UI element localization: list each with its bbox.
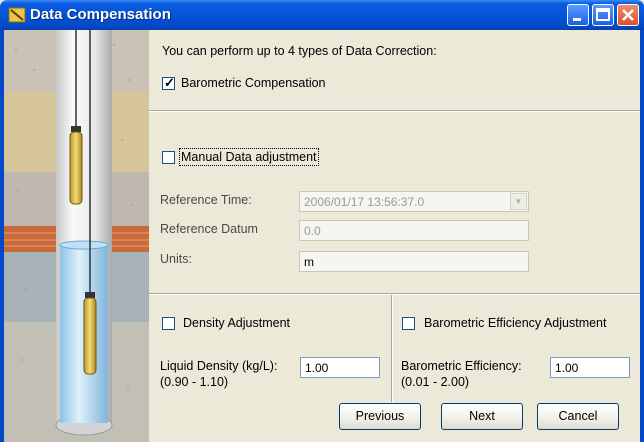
liquid-density-label: Liquid Density (kg/L): <box>160 359 278 373</box>
barometric-efficiency-input[interactable]: 1.00 <box>550 357 630 378</box>
barometric-efficiency-checkbox[interactable] <box>402 317 415 330</box>
liquid-density-input[interactable]: 1.00 <box>300 357 380 378</box>
maximize-icon <box>596 8 610 21</box>
vertical-divider <box>391 295 393 402</box>
barometric-compensation-checkbox[interactable]: ✓ <box>162 75 175 90</box>
units-value: m <box>299 251 529 272</box>
previous-button[interactable]: Previous <box>339 403 421 430</box>
manual-adjustment-checkbox[interactable] <box>162 151 175 164</box>
intro-text: You can perform up to 4 types of Data Co… <box>162 44 437 58</box>
next-button[interactable]: Next <box>441 403 523 430</box>
reference-datum-label: Reference Datum <box>160 222 258 236</box>
close-icon <box>622 9 634 21</box>
liquid-density-range: (0.90 - 1.10) <box>160 375 229 389</box>
minimize-button[interactable] <box>567 4 589 26</box>
close-button[interactable] <box>617 4 639 26</box>
density-adjustment-label[interactable]: Density Adjustment <box>183 316 290 330</box>
divider <box>149 110 640 112</box>
check-mark-icon: ✓ <box>164 75 175 90</box>
window-title: Data Compensation <box>30 6 171 23</box>
wizard-panel: You can perform up to 4 types of Data Co… <box>149 30 640 442</box>
maximize-button[interactable] <box>592 4 614 26</box>
units-label: Units: <box>160 252 192 266</box>
manual-adjustment-label[interactable]: Manual Data adjustment <box>179 148 319 166</box>
barometric-efficiency-range: (0.01 - 2.00) <box>401 375 470 389</box>
reference-time-dropdown[interactable]: 2006/01/17 13:56:37.0 ▼ <box>299 191 529 212</box>
minimize-icon <box>573 18 581 21</box>
divider <box>149 293 640 295</box>
reference-time-label: Reference Time: <box>160 193 252 207</box>
barometric-efficiency-label[interactable]: Barometric Efficiency Adjustment <box>424 316 606 330</box>
chevron-down-icon[interactable]: ▼ <box>510 193 527 210</box>
barometric-efficiency-value-label: Barometric Efficiency: <box>401 359 522 373</box>
title-bar[interactable]: Data Compensation <box>0 0 644 30</box>
app-icon <box>8 7 26 23</box>
reference-datum-field[interactable]: 0.0 <box>299 220 529 241</box>
density-adjustment-checkbox[interactable] <box>162 317 175 330</box>
barometric-compensation-label[interactable]: Barometric Compensation <box>181 76 326 90</box>
cancel-button[interactable]: Cancel <box>537 403 619 430</box>
well-illustration <box>4 30 149 442</box>
reference-time-value: 2006/01/17 13:56:37.0 <box>304 195 425 209</box>
